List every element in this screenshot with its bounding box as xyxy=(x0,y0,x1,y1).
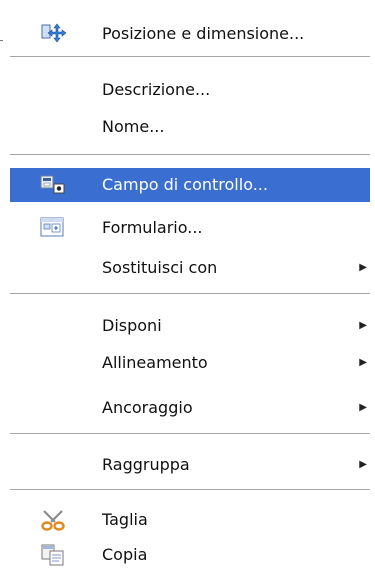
menu-item-copia[interactable]: Copia xyxy=(10,538,370,572)
left-gutter xyxy=(0,0,10,575)
submenu-arrow-icon: ▶ xyxy=(359,402,367,413)
menu-item-label: Descrizione... xyxy=(102,80,211,99)
menu-item-label: Campo di controllo... xyxy=(102,175,268,194)
menu-item-taglia[interactable]: Taglia xyxy=(10,503,370,537)
menu-separator xyxy=(10,154,370,156)
menu-item-label: Ancoraggio xyxy=(102,398,193,417)
menu-item-nome[interactable]: Nome... xyxy=(10,110,370,144)
menu-separator xyxy=(10,433,370,435)
menu-item-ancoraggio[interactable]: Ancoraggio ▶ xyxy=(10,391,370,425)
menu-item-posizione-dimensione[interactable]: Posizione e dimensione... xyxy=(10,17,370,51)
menu-item-label: Posizione e dimensione... xyxy=(102,24,305,43)
move-arrows-icon xyxy=(40,22,67,46)
menu-separator xyxy=(10,293,370,295)
scissors-icon xyxy=(40,508,66,532)
menu-item-disponi[interactable]: Disponi ▶ xyxy=(10,309,370,343)
form-control-icon xyxy=(40,173,66,197)
menu-item-label: Taglia xyxy=(102,510,148,529)
submenu-arrow-icon: ▶ xyxy=(359,320,367,331)
context-menu: Posizione e dimensione... Descrizione...… xyxy=(10,0,375,575)
menu-item-label: Disponi xyxy=(102,316,162,335)
menu-item-campo-di-controllo[interactable]: Campo di controllo... xyxy=(10,168,370,202)
copy-icon xyxy=(40,543,66,567)
menu-item-label: Allineamento xyxy=(102,353,208,372)
menu-item-formulario[interactable]: Formulario... xyxy=(10,211,370,245)
menu-item-label: Raggruppa xyxy=(102,455,190,474)
menu-item-label: Copia xyxy=(102,545,148,564)
submenu-arrow-icon: ▶ xyxy=(359,459,367,470)
menu-item-label: Nome... xyxy=(102,117,165,136)
menu-separator xyxy=(10,489,370,491)
menu-item-allineamento[interactable]: Allineamento ▶ xyxy=(10,346,370,380)
menu-separator xyxy=(10,56,370,58)
submenu-arrow-icon: ▶ xyxy=(359,262,367,273)
menu-item-label: Sostituisci con xyxy=(102,258,218,277)
menu-item-raggruppa[interactable]: Raggruppa ▶ xyxy=(10,448,370,482)
menu-item-sostituisci-con[interactable]: Sostituisci con ▶ xyxy=(10,251,370,285)
submenu-arrow-icon: ▶ xyxy=(359,357,367,368)
gutter-tick xyxy=(0,40,3,41)
menu-item-label: Formulario... xyxy=(102,218,203,237)
menu-item-descrizione[interactable]: Descrizione... xyxy=(10,73,370,107)
form-icon xyxy=(40,216,66,240)
